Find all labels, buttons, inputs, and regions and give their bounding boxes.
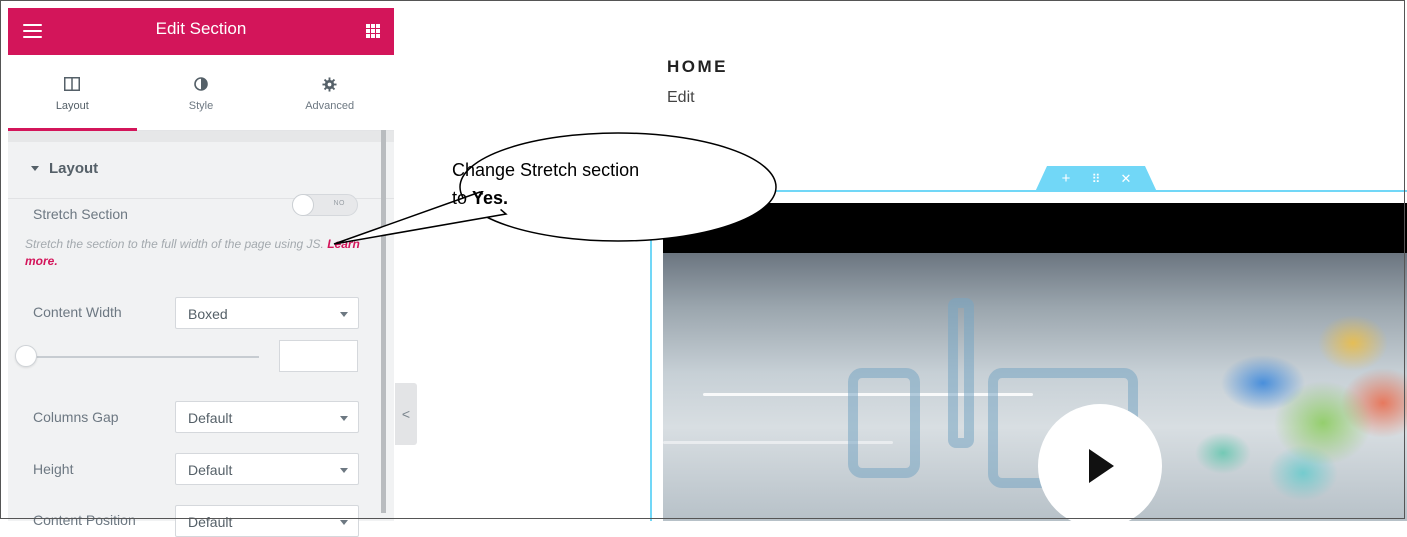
content-width-value: Boxed <box>188 306 228 322</box>
content-position-value: Default <box>188 514 233 530</box>
callout-emphasis: Yes. <box>472 188 509 208</box>
tab-style[interactable]: Style <box>137 55 266 130</box>
columns-gap-label: Columns Gap <box>33 409 119 425</box>
tab-advanced[interactable]: Advanced <box>265 55 394 130</box>
collapse-panel-button[interactable]: < <box>395 383 417 445</box>
caret-down-icon <box>31 166 39 171</box>
stretch-description: Stretch the section to the full width of… <box>25 236 360 270</box>
logo-shape <box>948 298 974 448</box>
toggle-knob <box>292 194 314 216</box>
panel-tabs: Layout Style Advanced <box>8 55 394 131</box>
close-section-icon[interactable]: ✕ <box>1115 169 1137 189</box>
columns-gap-value: Default <box>188 410 233 426</box>
callout-line-1: Change Stretch section <box>452 160 640 180</box>
content-width-label: Content Width <box>33 304 122 320</box>
add-section-icon[interactable]: + <box>1055 169 1077 189</box>
chevron-down-icon <box>340 416 348 421</box>
layout-section-title: Layout <box>49 160 99 177</box>
tab-style-label: Style <box>188 100 214 112</box>
play-button[interactable] <box>1038 404 1162 521</box>
tab-layout[interactable]: Layout <box>8 55 137 131</box>
menu-edit-link[interactable]: Edit <box>667 89 695 107</box>
content-position-label: Content Position <box>33 512 136 528</box>
width-number-input[interactable] <box>279 340 358 372</box>
height-value: Default <box>188 462 233 478</box>
content-position-select[interactable]: Default <box>175 505 359 537</box>
half-circle-icon <box>137 73 266 95</box>
chevron-down-icon <box>340 312 348 317</box>
tab-layout-label: Layout <box>55 100 89 112</box>
stretch-section-label: Stretch Section <box>33 206 128 222</box>
height-label: Height <box>33 461 74 477</box>
callout-prefix: to <box>452 188 473 208</box>
panel-title: Edit Section <box>155 19 247 38</box>
callout-text: Change Stretch section to Yes. <box>452 156 639 212</box>
gear-icon <box>265 73 394 95</box>
play-icon <box>1089 449 1114 483</box>
section-handle: + ⠿ ✕ <box>1035 166 1157 192</box>
content-width-select[interactable]: Boxed <box>175 297 359 329</box>
drag-section-icon[interactable]: ⠿ <box>1085 169 1107 189</box>
columns-icon <box>8 73 137 95</box>
stretch-description-text: Stretch the section to the full width of… <box>25 237 324 251</box>
columns-gap-select[interactable]: Default <box>175 401 359 433</box>
chevron-down-icon <box>340 468 348 473</box>
video-widget[interactable] <box>663 203 1407 521</box>
panel-header: Edit Section <box>8 8 394 55</box>
callout-line-2: to Yes. <box>452 184 639 212</box>
menu-home-link[interactable]: HOME <box>667 57 728 77</box>
logo-shape <box>848 368 920 478</box>
width-slider-handle[interactable] <box>15 345 37 367</box>
video-thumbnail <box>663 253 1407 521</box>
tab-advanced-label: Advanced <box>305 100 355 112</box>
height-select[interactable]: Default <box>175 453 359 485</box>
grid-icon[interactable] <box>366 24 380 38</box>
width-slider-track[interactable] <box>27 356 259 358</box>
